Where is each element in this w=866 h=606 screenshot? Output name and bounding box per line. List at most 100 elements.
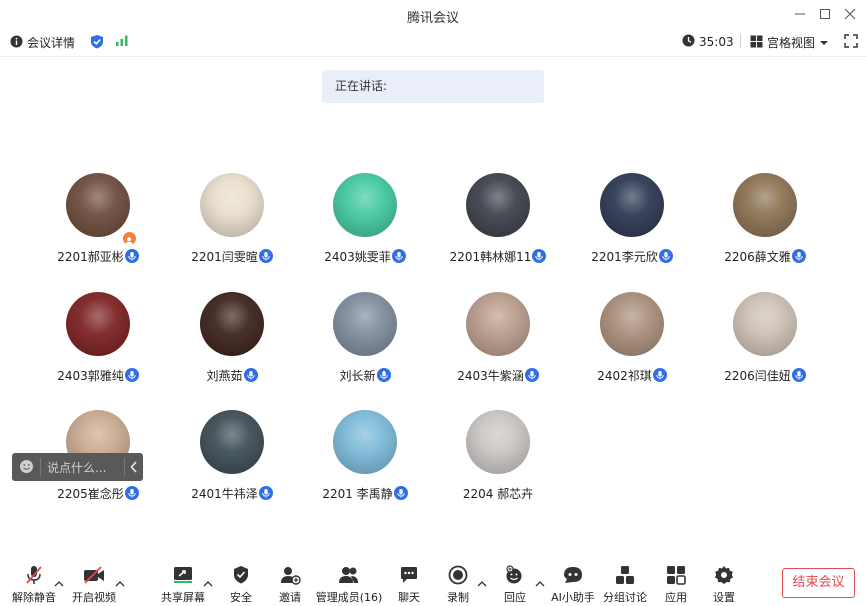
avatar[interactable]: [200, 173, 264, 237]
participant-name-text: 2201闫雯暄: [191, 250, 258, 264]
chevron-up-icon[interactable]: [115, 573, 125, 587]
avatar[interactable]: [333, 292, 397, 356]
signal-strength-icon[interactable]: [115, 34, 129, 47]
gear-icon: [694, 564, 754, 586]
participant-tile[interactable]: 刘燕茹: [172, 292, 292, 392]
participant-tile[interactable]: 2204 郝芯卉: [438, 410, 558, 510]
participant-tile[interactable]: 2403郭雅纯: [38, 292, 158, 392]
participant-name: 2206薛文雅: [705, 248, 825, 265]
add-user-icon: [260, 564, 320, 586]
mic-status-icon: [243, 368, 258, 382]
share-screen-label: 共享屏幕: [161, 591, 205, 604]
invite-label: 邀请: [279, 591, 301, 604]
participant-name: 2206闫佳妞: [705, 367, 825, 384]
participant-name: 刘燕茹: [172, 367, 292, 384]
participant-name: 2201韩林娜11: [438, 248, 558, 265]
mic-status-icon: [652, 368, 667, 382]
view-mode-dropdown[interactable]: 宫格视图: [750, 34, 829, 51]
mic-status-icon: [524, 368, 539, 382]
mic-status-icon: [791, 368, 806, 382]
record-label: 录制: [447, 591, 469, 604]
avatar[interactable]: [466, 410, 530, 474]
avatar[interactable]: [66, 292, 130, 356]
avatar[interactable]: [333, 410, 397, 474]
participant-tile[interactable]: 2201闫雯暄: [172, 173, 292, 273]
mic-status-icon: [258, 486, 273, 500]
start-video-label: 开启视频: [72, 591, 116, 604]
ai-assistant-button[interactable]: AI小助手: [543, 564, 603, 604]
chat-quick-input[interactable]: 说点什么...: [12, 453, 143, 481]
ai-assistant-icon: [543, 564, 603, 586]
meeting-details-button[interactable]: 会议详情: [10, 34, 75, 51]
mic-status-icon: [258, 249, 273, 263]
participant-name-text: 2403姚雯菲: [324, 250, 391, 264]
participant-name-text: 2201 李禹静: [322, 487, 393, 501]
avatar[interactable]: [466, 173, 530, 237]
invite-button[interactable]: 邀请: [260, 564, 320, 604]
avatar[interactable]: [333, 173, 397, 237]
timer-value: 35:03: [699, 35, 734, 49]
participant-name-text: 2206闫佳妞: [724, 369, 791, 383]
divider: [40, 458, 41, 476]
participant-tile[interactable]: 2402祁琪: [572, 292, 692, 392]
unmute-label: 解除静音: [12, 591, 56, 604]
manage-members-button[interactable]: 管理成员(16): [313, 564, 385, 604]
participant-tile[interactable]: 2403姚雯菲: [305, 173, 425, 273]
avatar[interactable]: [66, 173, 130, 237]
participant-name-text: 2205崔念彤: [57, 487, 124, 501]
clock-icon: [682, 34, 695, 50]
participant-name: 2204 郝芯卉: [438, 485, 558, 502]
participant-name-text: 2201郝亚彬: [57, 250, 124, 264]
participant-name: 2201郝亚彬: [38, 248, 158, 265]
participant-name: 2401牛祎泽: [172, 485, 292, 502]
participant-name: 2403郭雅纯: [38, 367, 158, 384]
collapse-chevron-icon[interactable]: [130, 461, 138, 476]
maximize-button[interactable]: [815, 6, 835, 22]
participant-name: 2402祁琪: [572, 367, 692, 384]
participant-name: 2403姚雯菲: [305, 248, 425, 265]
mic-status-icon: [124, 486, 139, 500]
shield-icon[interactable]: [90, 34, 104, 49]
react-label: 回应: [504, 591, 526, 604]
participant-tile[interactable]: 2206薛文雅: [705, 173, 825, 273]
participant-name-text: 2401牛祎泽: [191, 487, 258, 501]
participant-name: 2201闫雯暄: [172, 248, 292, 265]
participant-name-text: 2403郭雅纯: [57, 369, 124, 383]
fullscreen-icon[interactable]: [844, 34, 858, 48]
participant-name-text: 2204 郝芯卉: [462, 487, 534, 501]
participant-name-text: 刘长新: [339, 369, 376, 383]
participant-tile[interactable]: 2201韩林娜11: [438, 173, 558, 273]
meeting-details-label: 会议详情: [27, 36, 76, 50]
avatar[interactable]: [733, 173, 797, 237]
emoji-icon[interactable]: [19, 459, 34, 477]
title-bar: 腾讯会议: [0, 0, 866, 30]
participant-tile[interactable]: 2401牛祎泽: [172, 410, 292, 510]
participant-name: 2403牛紫涵: [438, 367, 558, 384]
avatar[interactable]: [200, 292, 264, 356]
close-button[interactable]: [840, 6, 860, 22]
avatar[interactable]: [200, 410, 264, 474]
avatar[interactable]: [600, 173, 664, 237]
mic-status-icon: [791, 249, 806, 263]
participant-name-text: 2201韩林娜11: [449, 250, 532, 264]
participant-name-text: 刘燕茹: [206, 369, 243, 383]
settings-button[interactable]: 设置: [694, 564, 754, 604]
caret-down-icon: [819, 36, 829, 50]
mic-status-icon: [124, 368, 139, 382]
end-meeting-button[interactable]: 结束会议: [782, 568, 855, 598]
minimize-button[interactable]: [790, 6, 810, 22]
avatar[interactable]: [600, 292, 664, 356]
participant-tile[interactable]: 2201李元欣: [572, 173, 692, 273]
participant-name: 2205崔念彤: [38, 485, 158, 502]
divider: [740, 34, 741, 48]
participant-tile[interactable]: 2201 李禹静: [305, 410, 425, 510]
participant-tile[interactable]: 2206闫佳妞: [705, 292, 825, 392]
participant-name: 2201李元欣: [572, 248, 692, 265]
avatar[interactable]: [466, 292, 530, 356]
avatar[interactable]: [733, 292, 797, 356]
participant-tile[interactable]: 2201郝亚彬: [38, 173, 158, 273]
participant-tile[interactable]: 刘长新: [305, 292, 425, 392]
mic-status-icon: [393, 486, 408, 500]
chevron-up-icon[interactable]: [54, 573, 64, 587]
participant-tile[interactable]: 2403牛紫涵: [438, 292, 558, 392]
